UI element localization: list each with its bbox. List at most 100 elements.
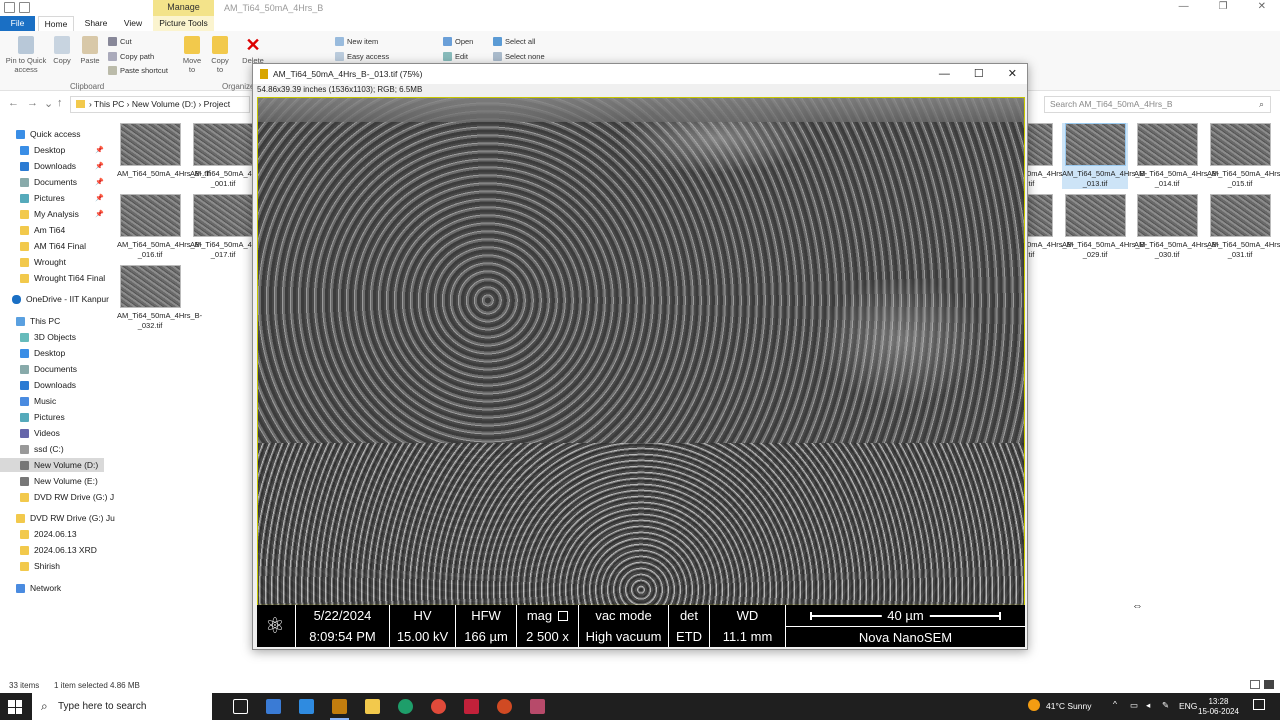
select-none-button[interactable]: Select none [493,52,545,61]
nav-drive-e[interactable]: New Volume (E:) [20,476,98,486]
edge-icon[interactable] [398,699,413,714]
properties-icon[interactable] [4,2,15,13]
new-folder-icon[interactable] [19,2,30,13]
nav-videos[interactable]: Videos [20,428,60,438]
paste-shortcut-button[interactable]: Paste shortcut [108,66,168,75]
weather-text[interactable]: 41°C Sunny [1046,701,1091,711]
file-item[interactable]: AM_Ti64_50mA_4Hrs_B-_017.tif [190,194,275,260]
edit-button[interactable]: Edit [443,52,468,61]
file-item[interactable]: AM_Ti64_50mA_4Hrs_B-_001.tif [190,123,275,189]
task-view-icon[interactable] [233,699,248,714]
cut-button[interactable]: Cut [108,37,132,46]
file-item[interactable]: AM_Ti64_50mA_4Hrs_B-_030.tif [1134,194,1219,260]
nav-documents[interactable]: Documents [20,177,77,187]
copy-to-button[interactable]: Copy to [208,36,232,74]
nav-shirish[interactable]: Shirish [20,561,60,571]
nav-dvd-drive[interactable]: DVD RW Drive (G:) Ju [16,513,115,523]
mail-icon[interactable] [299,699,314,714]
nav-network[interactable]: Network [16,583,61,593]
taskbar-search[interactable]: ⌕ Type here to search [32,693,212,720]
thumbnail-view-icon[interactable] [1264,680,1274,689]
search-input[interactable]: Search AM_Ti64_50mA_4Hrs_B ⌕ [1044,96,1271,113]
image-viewer-window[interactable]: AM_Ti64_50mA_4Hrs_B-_013.tif (75%) — ☐ ✕… [252,63,1028,650]
delete-button[interactable]: ✕ Delete [240,36,266,65]
viewer-minimize-button[interactable]: — [939,64,950,84]
close-button[interactable]: ✕ [1258,1,1266,12]
breadcrumb-new-volume[interactable]: New Volume (D:) [132,99,196,109]
move-to-button[interactable]: Move to [180,36,204,74]
viewer-titlebar[interactable]: AM_Ti64_50mA_4Hrs_B-_013.tif (75%) — ☐ ✕ [253,64,1027,84]
quick-access-toolbar[interactable] [4,2,30,13]
powerpoint-icon[interactable] [497,699,512,714]
network-icon[interactable]: ▭ [1130,700,1138,711]
nav-onedrive[interactable]: OneDrive - IIT Kanpur [12,294,109,304]
breadcrumb-this-pc[interactable]: This PC [94,99,124,109]
recent-chevron-icon[interactable]: ⌄ [44,97,53,110]
file-item[interactable]: AM_Ti64_50mA_4Hrs_B-_015.tif [1207,123,1280,189]
back-arrow-icon[interactable]: ← [8,97,19,109]
nav-desktop[interactable]: Desktop [20,145,65,155]
tab-picture-tools[interactable]: Picture Tools [153,16,214,31]
pen-icon[interactable]: ✎ [1162,700,1169,711]
file-explorer-icon[interactable] [365,699,380,714]
image-viewer-app-icon[interactable] [330,699,349,720]
open-button[interactable]: Open [443,37,473,46]
file-item[interactable]: AM_Ti64_50mA_4Hrs_B-_031.tif [1207,194,1280,260]
copy-button[interactable]: Copy [50,36,74,65]
nav-dvd-drive-child[interactable]: DVD RW Drive (G:) J [20,492,114,502]
breadcrumb-project[interactable]: Project [204,99,230,109]
nav-drive-d[interactable]: New Volume (D:) [0,458,104,472]
details-view-icon[interactable] [1250,680,1260,689]
language-indicator[interactable]: ENG [1179,701,1197,711]
speaker-icon[interactable]: ◂ [1146,700,1150,711]
manage-context-tab[interactable]: Manage [153,0,214,16]
nav-pc-downloads[interactable]: Downloads [20,380,76,390]
file-item-selected[interactable]: AM_Ti64_50mA_4Hrs_B-_013.tif [1062,123,1147,189]
tray-chevron-icon[interactable]: ^ [1113,699,1117,709]
file-item[interactable]: AM_Ti64_50mA_4Hrs_B-_032.tif [117,265,202,331]
nav-drive-c[interactable]: ssd (C:) [20,444,64,454]
nav-3d-objects[interactable]: 3D Objects [20,332,76,342]
tab-file[interactable]: File [0,16,35,31]
tab-view[interactable]: View [116,16,150,31]
copy-path-button[interactable]: Copy path [108,52,154,61]
nav-wrought[interactable]: Wrought [20,257,66,267]
pin-button[interactable]: Pin to Quick access [4,36,48,74]
maximize-button[interactable]: ❐ [1219,1,1228,12]
tab-share[interactable]: Share [78,16,114,31]
store-icon[interactable] [266,699,281,714]
clock[interactable]: 13:28 15-06-2024 [1198,697,1239,717]
nav-downloads[interactable]: Downloads [20,161,76,171]
minimize-button[interactable]: — [1179,1,1189,12]
notification-icon[interactable] [1253,699,1265,710]
nav-music[interactable]: Music [20,396,56,406]
new-item-button[interactable]: New item [335,37,378,46]
viewer-maximize-button[interactable]: ☐ [974,64,984,84]
nav-2024-06-13-xrd[interactable]: 2024.06.13 XRD [20,545,97,555]
weather-sun-icon[interactable] [1028,699,1040,711]
nav-pc-documents[interactable]: Documents [20,364,77,374]
select-all-button[interactable]: Select all [493,37,535,46]
nav-am-ti64[interactable]: Am Ti64 [20,225,65,235]
easy-access-button[interactable]: Easy access [335,52,389,61]
photos-app-icon[interactable] [530,699,545,714]
file-item[interactable]: AM_Ti64_50mA_4Hrs_B-_029.tif [1062,194,1147,260]
nav-quick-access[interactable]: Quick access [16,129,81,139]
windows-start-icon[interactable] [8,700,22,714]
up-arrow-icon[interactable]: ↑ [57,97,63,109]
forward-arrow-icon[interactable]: → [27,97,38,109]
tab-home[interactable]: Home [38,16,74,31]
file-item[interactable]: AM_Ti64_50mA_4Hrs_B-_016.tif [117,194,202,260]
file-item[interactable]: AM_Ti64_50mA_4Hrs_B-_014.tif [1134,123,1219,189]
viewer-close-button[interactable]: ✕ [1008,64,1017,84]
nav-am-ti64-final[interactable]: AM Ti64 Final [20,241,86,251]
nav-my-analysis[interactable]: My Analysis [20,209,79,219]
nav-pictures[interactable]: Pictures [20,193,65,203]
nav-this-pc[interactable]: This PC [16,316,60,326]
paste-button[interactable]: Paste [78,36,102,65]
nav-wrought-ti64-final[interactable]: Wrought Ti64 Final [20,273,105,283]
address-bar[interactable]: › This PC › New Volume (D:) › Project [70,96,250,113]
file-item[interactable]: AM_Ti64_50mA_4Hrs_B-.tif [117,123,210,179]
nav-pc-pictures[interactable]: Pictures [20,412,65,422]
nav-pc-desktop[interactable]: Desktop [20,348,65,358]
